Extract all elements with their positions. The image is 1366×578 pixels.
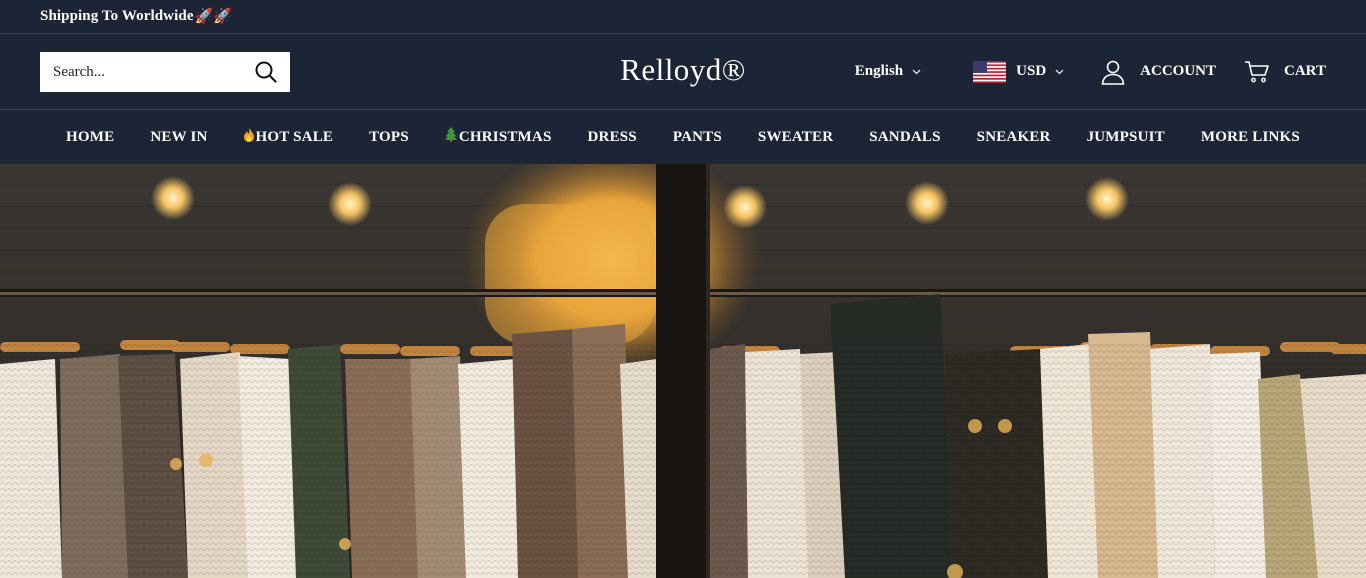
site-header: Relloyd® English USD ACCOUNT (0, 34, 1366, 110)
nav-item-sandals[interactable]: SANDALS (869, 129, 940, 146)
currency-label: USD (1016, 63, 1047, 79)
nav-item-label: SANDALS (869, 128, 941, 145)
nav-item-label: DRESS (587, 128, 637, 145)
announcement-bar: Shipping To Worldwide 🚀🚀 (0, 0, 1366, 34)
christmas-tree-icon (444, 127, 457, 147)
nav-item-sneaker[interactable]: SNEAKER (977, 129, 1051, 146)
nav-item-pants[interactable]: PANTS (673, 129, 722, 146)
language-label: English (854, 63, 904, 79)
nav-item-dress[interactable]: DRESS (588, 129, 637, 146)
cart-label: CART (1284, 63, 1326, 79)
header-actions: English USD ACCOUNT CART (855, 34, 1326, 109)
nav-item-label: NEW IN (150, 128, 208, 145)
nav-item-more-links[interactable]: MORE LINKS (1201, 129, 1300, 146)
nav-item-home[interactable]: HOME (66, 129, 114, 146)
user-icon (1101, 60, 1125, 85)
chevron-down-icon (1055, 69, 1064, 74)
nav-item-label: SWEATER (757, 128, 834, 145)
cart-icon (1245, 60, 1269, 82)
nav-item-new-in[interactable]: NEW IN (150, 129, 207, 146)
rocket-icon: 🚀🚀 (194, 9, 233, 25)
nav-item-tops[interactable]: TOPS (369, 129, 409, 146)
nav-item-label: HOT SALE (255, 128, 334, 145)
nav-item-christmas[interactable]: CHRISTMAS (444, 127, 552, 147)
nav-item-hot-sale[interactable]: HOT SALE (243, 127, 334, 147)
flame-icon (243, 127, 254, 147)
nav-item-label: SNEAKER (976, 128, 1051, 145)
account-link[interactable]: ACCOUNT (1100, 59, 1216, 85)
announcement-text: Shipping To Worldwide (40, 8, 194, 24)
nav-item-label: PANTS (672, 128, 722, 145)
main-nav: HOME NEW IN HOT SALE TOPS CHRISTMAS DRES… (0, 110, 1366, 164)
nav-item-jumpsuit[interactable]: JUMPSUIT (1087, 129, 1165, 146)
nav-item-sweater[interactable]: SWEATER (758, 129, 833, 146)
clothing-rack-photo (0, 164, 1366, 578)
us-flag-icon (973, 60, 1007, 83)
nav-item-label: HOME (66, 128, 115, 145)
language-selector[interactable]: English (855, 63, 921, 80)
nav-item-label: JUMPSUIT (1086, 128, 1165, 145)
currency-selector[interactable]: USD (973, 60, 1064, 83)
nav-item-label: MORE LINKS (1200, 128, 1300, 145)
chevron-down-icon (912, 69, 921, 74)
nav-item-label: TOPS (369, 128, 409, 145)
account-label: ACCOUNT (1140, 63, 1217, 79)
cart-link[interactable]: CART (1244, 60, 1326, 84)
hero-banner-image[interactable] (0, 164, 1366, 578)
nav-item-label: CHRISTMAS (458, 129, 552, 145)
